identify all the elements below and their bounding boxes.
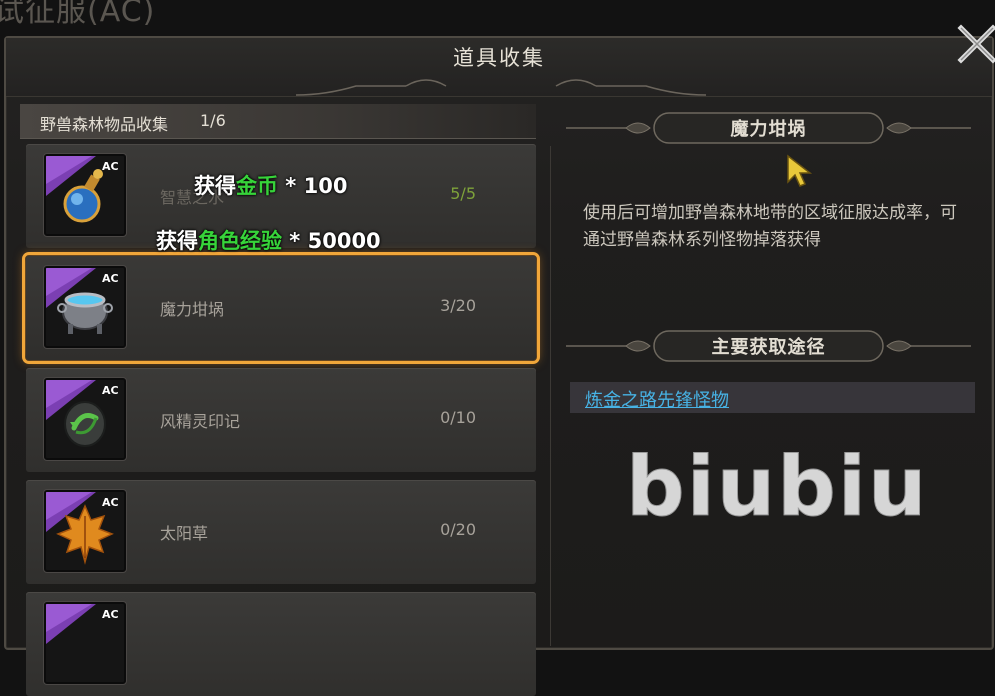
- header-ornament: [296, 79, 706, 96]
- collection-progress: 1/6: [200, 111, 226, 130]
- ac-badge: AC: [102, 496, 119, 509]
- ac-badge: AC: [102, 384, 119, 397]
- reward-gold-text: 获得金币 * 100: [194, 170, 347, 200]
- item-slot: AC: [44, 266, 126, 348]
- item-count: 0/10: [440, 408, 476, 427]
- collection-list-header: 野兽森林物品收集 1/6: [20, 104, 536, 139]
- sources-title: 主要获取途径: [711, 337, 826, 358]
- item-count: 3/20: [440, 296, 476, 315]
- close-icon[interactable]: [955, 22, 995, 66]
- ac-badge: AC: [102, 272, 119, 285]
- ac-badge: AC: [102, 608, 119, 621]
- ac-badge: AC: [102, 160, 119, 173]
- item-slot: AC: [44, 154, 126, 236]
- reward-highlight: 金币: [236, 174, 278, 198]
- collection-item-sun-grass[interactable]: AC 太阳草 0/20: [26, 480, 536, 584]
- item-name: 魔力坩埚: [160, 300, 225, 319]
- source-link[interactable]: 炼金之路先锋怪物: [585, 386, 729, 412]
- reward-amount: * 50000: [282, 229, 381, 253]
- item-count: 5/5: [450, 184, 476, 203]
- selected-item-title: 魔力坩埚: [730, 119, 807, 140]
- collection-item-partial[interactable]: AC: [26, 592, 536, 696]
- reward-prefix: 获得: [156, 229, 198, 253]
- collection-item-wind-seal[interactable]: AC 风精灵印记 0/10: [26, 368, 536, 472]
- panel-header: 道具收集: [6, 38, 992, 97]
- item-slot: AC: [44, 378, 126, 460]
- item-slot: AC: [44, 602, 126, 684]
- watermark: biubiu: [625, 440, 929, 536]
- item-description: 使用后可增加野兽森林地带的区域征服达成率，可通过野兽森林系列怪物掉落获得: [583, 203, 957, 250]
- reward-highlight: 角色经验: [198, 229, 282, 253]
- item-name: 风精灵印记: [160, 412, 241, 431]
- item-name: 太阳草: [160, 524, 209, 543]
- reward-exp-text: 获得角色经验 * 50000: [156, 225, 381, 255]
- item-count: 0/20: [440, 520, 476, 539]
- column-divider: [550, 146, 551, 646]
- panel-title: 道具收集: [453, 46, 545, 70]
- item-title-banner: 魔力坩埚: [566, 110, 971, 146]
- mouse-cursor-icon: [787, 154, 812, 187]
- source-row: 炼金之路先锋怪物: [570, 382, 975, 413]
- collection-list-title: 野兽森林物品收集: [40, 115, 169, 134]
- collection-item-magic-crucible[interactable]: AC 魔力坩埚 3/20: [22, 252, 540, 364]
- background-window-title: 试征服(AC): [0, 0, 156, 29]
- item-collection-panel: 道具收集 野兽森林物品收集 1/6 AC 智慧之水 5/5 AC 魔力坩埚 3/…: [4, 36, 994, 696]
- reward-prefix: 获得: [194, 174, 236, 198]
- reward-amount: * 100: [278, 174, 348, 198]
- item-slot: AC: [44, 490, 126, 572]
- sources-title-banner: 主要获取途径: [566, 328, 971, 364]
